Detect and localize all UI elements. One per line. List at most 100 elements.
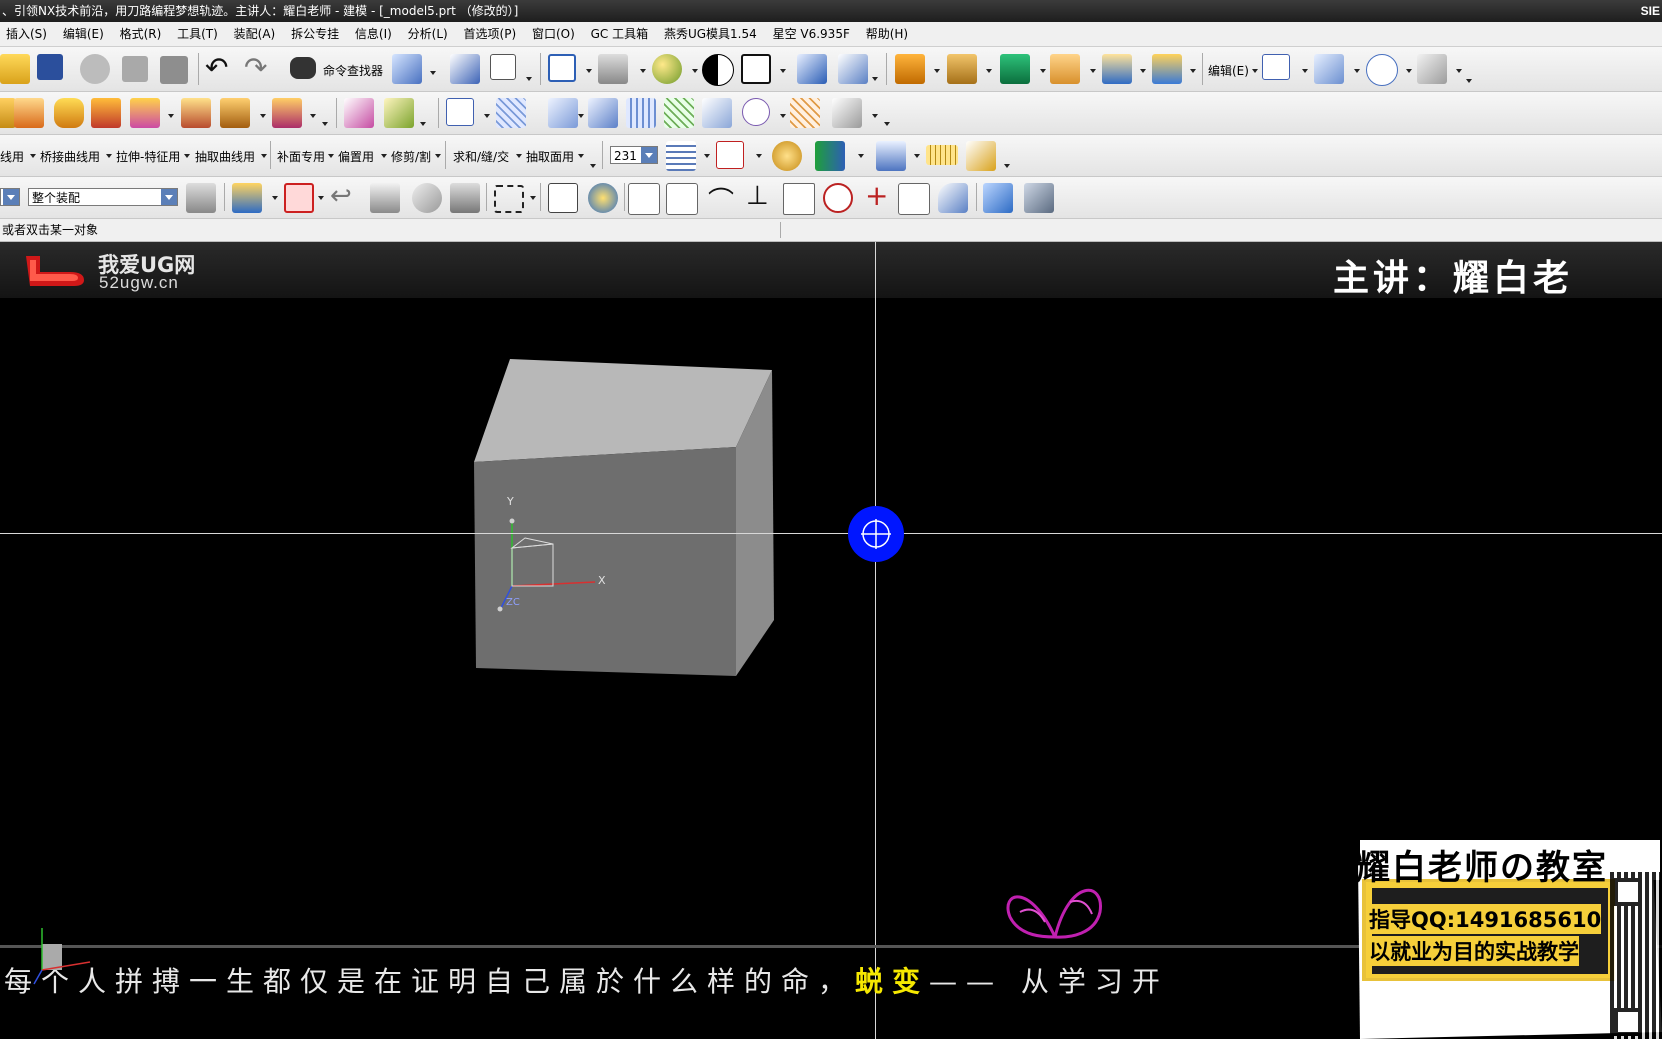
ruler-icon[interactable] <box>926 145 958 165</box>
assembly-scope-combo[interactable]: 整个装配 <box>28 188 178 206</box>
point-on-curve-icon[interactable] <box>898 183 930 215</box>
undo-selection-icon[interactable]: ↩ <box>330 181 352 211</box>
bounded-plane-icon[interactable] <box>742 98 770 126</box>
point-on-surface-icon[interactable] <box>938 183 968 213</box>
hole-icon[interactable] <box>91 98 121 128</box>
cube-top-face[interactable] <box>474 359 772 462</box>
menu-gc-toolkit[interactable]: GC 工具箱 <box>585 22 655 46</box>
menu-extract-curve[interactable]: 抽取曲线用 <box>195 148 255 165</box>
binoculars-icon[interactable] <box>290 57 316 79</box>
chevron-down-icon[interactable] <box>3 189 19 205</box>
menu-analysis[interactable]: 分析(L) <box>402 22 454 46</box>
shell-icon[interactable] <box>272 98 302 128</box>
graphics-window[interactable]: 我爱UG网 52ugw.cn 主讲：耀白老 Y X ZC 每个人拼搏一生都仅是在… <box>0 242 1662 1039</box>
copy-icon[interactable] <box>122 56 148 82</box>
paste-icon[interactable] <box>160 56 188 84</box>
menu-preferences[interactable]: 首选项(P) <box>458 22 523 46</box>
cylinder-icon[interactable] <box>54 98 84 128</box>
menu-window[interactable]: 窗口(O) <box>526 22 581 46</box>
menu-lines[interactable]: 线用 <box>0 148 24 165</box>
menu-extract-face[interactable]: 抽取面用 <box>526 148 574 165</box>
point-set-icon[interactable] <box>1366 54 1398 86</box>
type-filter-combo[interactable] <box>0 188 20 206</box>
extend-surface-icon[interactable] <box>832 98 862 128</box>
sketch-rectangle-icon[interactable] <box>1262 54 1290 80</box>
menu-offset[interactable]: 偏置用 <box>338 148 374 165</box>
menu-insert[interactable]: 插入(S) <box>0 22 53 46</box>
play-animation-icon[interactable] <box>815 141 845 171</box>
menu-extrude-feature[interactable]: 拉伸-特征用 <box>116 148 180 165</box>
offset-surface-icon[interactable] <box>790 98 820 128</box>
menu-tools[interactable]: 工具(T) <box>171 22 224 46</box>
feature-points-icon[interactable] <box>716 141 744 169</box>
subtract-icon[interactable] <box>181 98 211 128</box>
studio-surface-icon[interactable] <box>664 98 694 128</box>
selection-filter-icon[interactable] <box>284 183 314 213</box>
menu-information[interactable]: 信息(I) <box>349 22 398 46</box>
control-point-icon[interactable]: ⌒ <box>708 181 734 218</box>
undo-icon[interactable]: ↶ <box>205 51 228 84</box>
chevron-down-icon[interactable] <box>161 189 177 205</box>
move-object-icon[interactable] <box>450 54 480 84</box>
edit-menu-button[interactable]: 编辑(E) <box>1208 62 1249 79</box>
surface-icon[interactable] <box>1314 54 1344 84</box>
snap-curve-icon[interactable] <box>412 183 442 213</box>
mold-layout-icon[interactable] <box>947 54 977 84</box>
ruled-icon[interactable] <box>588 98 618 128</box>
measure-distance-icon[interactable] <box>876 141 906 171</box>
edit-object-icon[interactable] <box>392 54 422 84</box>
cavity-icon[interactable] <box>1102 54 1132 84</box>
end-point-icon[interactable] <box>628 183 660 215</box>
measure-angle-icon[interactable] <box>966 141 996 171</box>
select-body-icon[interactable] <box>370 183 400 213</box>
chevron-down-icon[interactable] <box>641 147 657 163</box>
parting-icon[interactable] <box>1050 54 1080 84</box>
layer-settings-icon[interactable] <box>666 141 696 171</box>
feature-selection-icon[interactable] <box>232 183 262 213</box>
quadrant-point-icon[interactable] <box>823 183 853 213</box>
swept-icon[interactable] <box>548 98 578 128</box>
insert-block-icon[interactable] <box>1152 54 1182 84</box>
assembly-filter-icon[interactable] <box>186 183 216 213</box>
extrude-icon[interactable] <box>14 98 44 128</box>
view-cube-icon[interactable] <box>983 183 1013 213</box>
menu-patch-face[interactable]: 补面专用 <box>277 148 325 165</box>
open-icon[interactable] <box>0 54 30 84</box>
menu-assemblies[interactable]: 装配(A) <box>228 22 282 46</box>
datum-csys-icon[interactable] <box>838 54 868 84</box>
save-icon[interactable] <box>37 54 63 80</box>
transform-icon[interactable] <box>490 54 516 80</box>
boss-icon[interactable] <box>130 98 160 128</box>
menu-unite-sew[interactable]: 求和/缝/交 <box>453 148 509 165</box>
menu-edit[interactable]: 编辑(E) <box>57 22 110 46</box>
menu-bridge-curve[interactable]: 桥接曲线用 <box>40 148 100 165</box>
mold-base-icon[interactable] <box>1000 54 1030 84</box>
menu-format[interactable]: 格式(R) <box>114 22 168 46</box>
cut-icon[interactable] <box>80 54 110 84</box>
snap-settings-icon[interactable] <box>588 183 618 213</box>
through-curves-icon[interactable] <box>626 98 656 128</box>
background-toggle-icon[interactable] <box>702 54 734 86</box>
n-sided-icon[interactable] <box>702 98 732 128</box>
mold-wizard-icon[interactable] <box>895 54 925 84</box>
redo-icon[interactable]: ↷ <box>244 51 267 84</box>
menu-mold-plugin[interactable]: 拆公专挂 <box>285 22 345 46</box>
fit-view-icon[interactable] <box>548 54 576 82</box>
rectangle-select-icon[interactable] <box>494 185 524 213</box>
snap-point-icon[interactable] <box>450 183 480 213</box>
intersection-point-icon[interactable]: ⊥ <box>746 181 769 211</box>
menu-help[interactable]: 帮助(H) <box>860 22 914 46</box>
mid-point-icon[interactable] <box>666 183 698 215</box>
sketch-icon[interactable] <box>446 98 474 126</box>
edge-blend-icon[interactable] <box>384 98 414 128</box>
background-color-icon[interactable] <box>741 54 771 84</box>
tools-icon[interactable] <box>1024 183 1054 213</box>
command-finder-button[interactable]: 命令查找器 <box>323 62 383 79</box>
face-blend-icon[interactable] <box>344 98 374 128</box>
palette-icon[interactable] <box>772 141 802 171</box>
enable-snap-icon[interactable] <box>548 183 578 213</box>
cube-front-face[interactable] <box>474 447 736 676</box>
mesh-surface-icon[interactable] <box>496 98 526 128</box>
shaded-sphere-icon[interactable] <box>652 54 682 84</box>
trim-body-icon[interactable] <box>220 98 250 128</box>
